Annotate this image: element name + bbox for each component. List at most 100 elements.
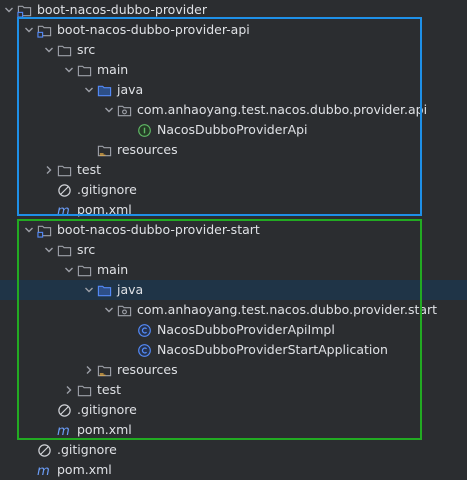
tree-node[interactable]: com.anhaoyang.test.nacos.dubbo.provider.… <box>0 300 467 320</box>
maven-icon: m <box>56 202 72 218</box>
tree-node[interactable]: m pom.xml <box>0 200 467 220</box>
package-icon <box>116 102 132 118</box>
chevron-down-icon[interactable] <box>22 220 36 240</box>
chevron-down-icon[interactable] <box>62 60 76 80</box>
tree-node-label: .gitignore <box>77 182 137 197</box>
tree-node[interactable]: src <box>0 240 467 260</box>
tree-node[interactable]: .gitignore <box>0 440 467 460</box>
folder-icon <box>56 242 72 258</box>
module-folder-icon <box>16 2 32 18</box>
tree-node-label: pom.xml <box>77 202 132 217</box>
tree-node-label: java <box>117 282 144 297</box>
chevron-right-icon[interactable] <box>42 160 56 180</box>
tree-node[interactable]: resources <box>0 140 467 160</box>
svg-text:m: m <box>37 464 50 478</box>
chevron-right-icon[interactable] <box>62 380 76 400</box>
interface-icon <box>136 122 152 138</box>
svg-text:m: m <box>57 204 70 218</box>
tree-node[interactable]: .gitignore <box>0 180 467 200</box>
tree-node-label: NacosDubboProviderApiImpl <box>157 322 335 337</box>
project-tree: boot-nacos-dubbo-provider boot-nacos-dubb… <box>0 0 467 480</box>
tree-node-label: .gitignore <box>77 402 137 417</box>
chevron-down-icon[interactable] <box>102 300 116 320</box>
source-folder-icon <box>96 82 112 98</box>
tree-node-label: test <box>97 382 122 397</box>
chevron-down-icon[interactable] <box>42 40 56 60</box>
tree-node[interactable]: test <box>0 160 467 180</box>
tree-node[interactable]: NacosDubboProviderApiImpl <box>0 320 467 340</box>
ignore-file-icon <box>56 402 72 418</box>
tree-node[interactable]: boot-nacos-dubbo-provider <box>0 0 467 20</box>
tree-node[interactable]: m pom.xml <box>0 420 467 440</box>
chevron-down-icon[interactable] <box>62 260 76 280</box>
tree-node[interactable]: NacosDubboProviderApi <box>0 120 467 140</box>
ignore-file-icon <box>36 442 52 458</box>
folder-icon <box>56 162 72 178</box>
tree-node-label: .gitignore <box>57 442 117 457</box>
tree-node-label: pom.xml <box>77 422 132 437</box>
folder-icon <box>76 62 92 78</box>
class-icon <box>136 342 152 358</box>
tree-node-label: com.anhaoyang.test.nacos.dubbo.provider.… <box>137 302 438 317</box>
tree-node[interactable]: NacosDubboProviderStartApplication <box>0 340 467 360</box>
module-folder-icon <box>36 222 52 238</box>
chevron-down-icon[interactable] <box>82 280 96 300</box>
tree-node[interactable]: main <box>0 260 467 280</box>
tree-node[interactable]: boot-nacos-dubbo-provider-start <box>0 220 467 240</box>
folder-icon <box>76 382 92 398</box>
tree-node-label: boot-nacos-dubbo-provider-api <box>57 22 250 37</box>
module-folder-icon <box>36 22 52 38</box>
tree-node-label: boot-nacos-dubbo-provider-start <box>57 222 260 237</box>
folder-icon <box>56 42 72 58</box>
tree-node-label: main <box>97 62 129 77</box>
tree-node[interactable]: .gitignore <box>0 400 467 420</box>
tree-node-label: java <box>117 82 144 97</box>
folder-icon <box>76 262 92 278</box>
maven-icon: m <box>36 462 52 478</box>
chevron-down-icon[interactable] <box>42 240 56 260</box>
tree-node-label: pom.xml <box>57 462 112 477</box>
chevron-down-icon[interactable] <box>102 100 116 120</box>
tree-node-label: src <box>77 42 96 57</box>
tree-node-label: src <box>77 242 96 257</box>
chevron-down-icon[interactable] <box>22 20 36 40</box>
resources-folder-icon <box>96 142 112 158</box>
tree-node-label: boot-nacos-dubbo-provider <box>37 2 207 17</box>
tree-node-label: resources <box>117 362 178 377</box>
tree-node[interactable]: boot-nacos-dubbo-provider-api <box>0 20 467 40</box>
tree-node-label: NacosDubboProviderStartApplication <box>157 342 388 357</box>
maven-icon: m <box>56 422 72 438</box>
source-folder-icon <box>96 282 112 298</box>
chevron-right-icon[interactable] <box>82 360 96 380</box>
ignore-file-icon <box>56 182 72 198</box>
tree-node[interactable]: m pom.xml <box>0 460 467 480</box>
tree-node[interactable]: resources <box>0 360 467 380</box>
tree-node[interactable]: java <box>0 280 467 300</box>
resources-folder-icon <box>96 362 112 378</box>
tree-node[interactable]: main <box>0 60 467 80</box>
tree-node-label: resources <box>117 142 178 157</box>
tree-node-label: test <box>77 162 102 177</box>
tree-node[interactable]: src <box>0 40 467 60</box>
chevron-down-icon[interactable] <box>2 0 16 20</box>
tree-node[interactable]: test <box>0 380 467 400</box>
chevron-down-icon[interactable] <box>82 80 96 100</box>
tree-node[interactable]: com.anhaoyang.test.nacos.dubbo.provider.… <box>0 100 467 120</box>
tree-node-label: NacosDubboProviderApi <box>157 122 308 137</box>
tree-node-label: com.anhaoyang.test.nacos.dubbo.provider.… <box>137 102 428 117</box>
tree-node-label: main <box>97 262 129 277</box>
class-icon <box>136 322 152 338</box>
svg-text:m: m <box>57 424 70 438</box>
package-icon <box>116 302 132 318</box>
tree-node[interactable]: java <box>0 80 467 100</box>
